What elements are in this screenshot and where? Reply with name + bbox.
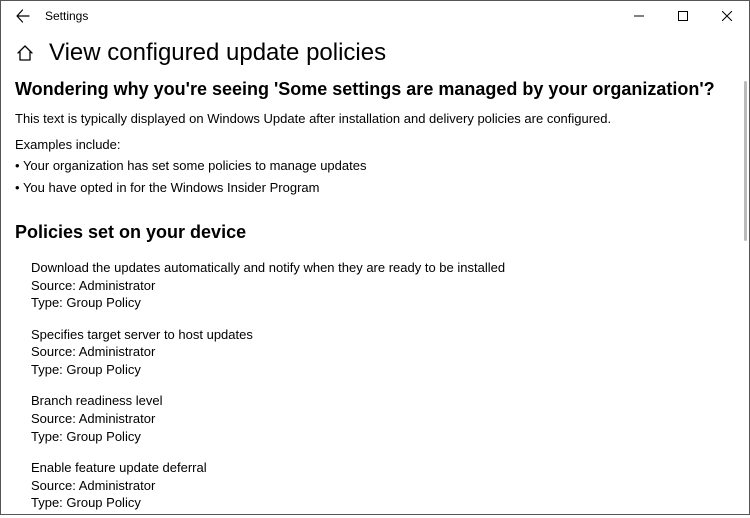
content-wrap: Wondering why you're seeing 'Some settin… — [1, 79, 749, 518]
content: Wondering why you're seeing 'Some settin… — [1, 79, 749, 518]
policy-source: Source: Administrator — [31, 410, 735, 428]
example-text: You have opted in for the Windows Inside… — [23, 180, 320, 195]
examples-block: Examples include: • Your organization ha… — [15, 136, 735, 197]
policy-type: Type: Group Policy — [31, 361, 735, 379]
policy-title: Download the updates automatically and n… — [31, 259, 735, 277]
page-header: View configured update policies — [1, 31, 749, 79]
examples-label: Examples include: — [15, 136, 735, 154]
maximize-icon — [678, 11, 688, 21]
policy-title: Branch readiness level — [31, 392, 735, 410]
policy-title: Specifies target server to host updates — [31, 326, 735, 344]
maximize-button[interactable] — [661, 1, 705, 31]
policy-type: Type: Group Policy — [31, 428, 735, 446]
page-title: View configured update policies — [49, 39, 386, 67]
policy-item: Branch readiness level Source: Administr… — [31, 392, 735, 445]
policies-list: Download the updates automatically and n… — [15, 259, 735, 518]
back-arrow-icon — [15, 8, 31, 24]
intro-heading: Wondering why you're seeing 'Some settin… — [15, 79, 735, 100]
policies-heading: Policies set on your device — [15, 222, 735, 243]
home-icon — [16, 44, 34, 62]
policy-type: Type: Group Policy — [31, 294, 735, 312]
close-button[interactable] — [705, 1, 749, 31]
back-button[interactable] — [9, 2, 37, 30]
policy-source: Source: Administrator — [31, 343, 735, 361]
titlebar: Settings — [1, 1, 749, 31]
policy-source: Source: Administrator — [31, 277, 735, 295]
intro-body: This text is typically displayed on Wind… — [15, 110, 735, 128]
example-item: • You have opted in for the Windows Insi… — [15, 179, 735, 197]
home-button[interactable] — [15, 43, 35, 63]
policy-source: Source: Administrator — [31, 477, 735, 495]
minimize-icon — [634, 11, 644, 21]
policy-item: Specifies target server to host updates … — [31, 326, 735, 379]
policy-item: Download the updates automatically and n… — [31, 259, 735, 312]
close-icon — [722, 11, 732, 21]
policy-type: Type: Group Policy — [31, 494, 735, 512]
policy-item: Enable feature update deferral Source: A… — [31, 459, 735, 512]
minimize-button[interactable] — [617, 1, 661, 31]
window-controls — [617, 1, 749, 31]
policy-title: Enable feature update deferral — [31, 459, 735, 477]
example-item: • Your organization has set some policie… — [15, 157, 735, 175]
scrollbar[interactable] — [744, 81, 747, 241]
example-text: Your organization has set some policies … — [23, 158, 367, 173]
app-title: Settings — [45, 9, 88, 23]
